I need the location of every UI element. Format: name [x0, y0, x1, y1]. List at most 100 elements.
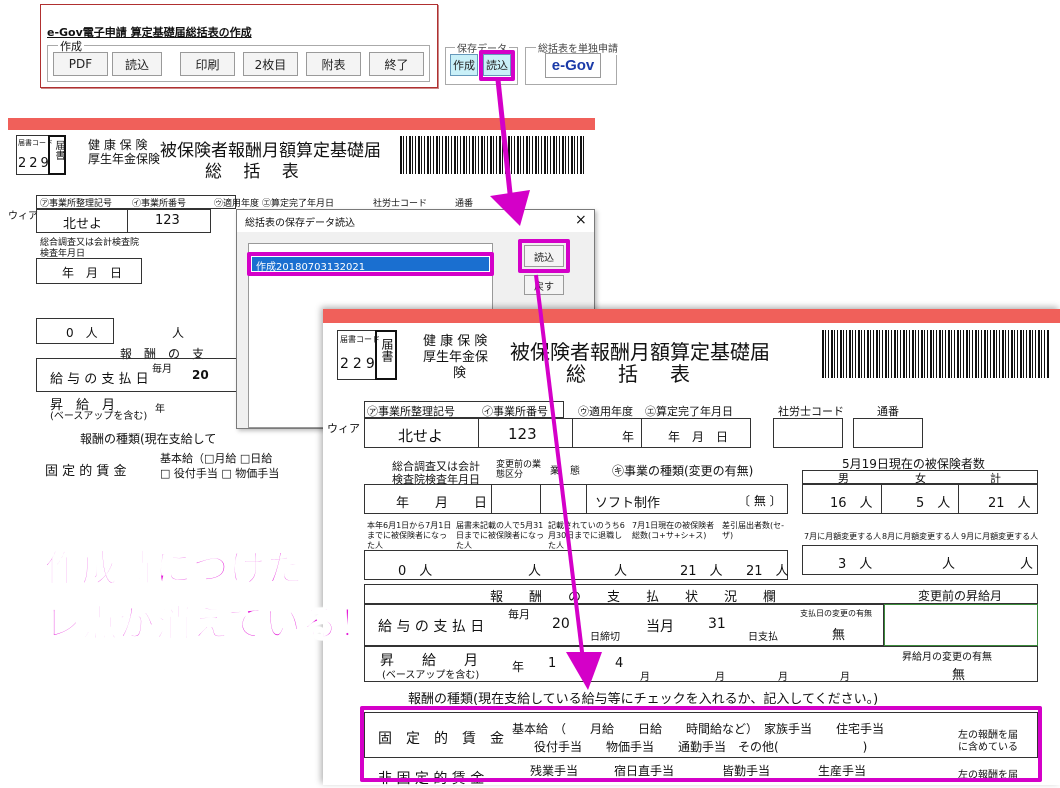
back-label-tsuban: 通番 [455, 199, 474, 209]
front-label-nendo: ㋒適用年度 [578, 405, 633, 418]
front-shokyu-m3: 月 [778, 672, 788, 683]
front-total-count: 21 人 [988, 496, 1031, 511]
front-label-kanryo: ㋓算定完了年月日 [645, 405, 733, 418]
back-kotei: 固 定 的 賃 金 [45, 464, 127, 479]
egov-logo: e-Gov [551, 57, 595, 74]
front-label-sharoshi: 社労士コード [778, 405, 844, 418]
front-person-2: 人 [614, 564, 628, 579]
load-button-top[interactable]: 読込 [112, 52, 162, 76]
back-label-kanryo: ㋓算定完了年月日 [262, 199, 335, 209]
front-shimekiri: 日締切 [590, 632, 620, 643]
front-shokyu-before: 変更前の昇給月 [918, 589, 1003, 603]
back-person: 人 [172, 326, 185, 340]
front-v21a: 21 人 [680, 564, 723, 579]
back-kihonkyu: 基本給（□月給 □日給 [160, 452, 273, 465]
front-shurui-value: ソフト制作 [595, 496, 661, 511]
front-tsuban-cell [853, 418, 923, 448]
back-form-redbar [8, 118, 595, 130]
back-form-title-2: 総 括 表 [205, 162, 307, 182]
annotation-line-2: レ点が消えている！ [43, 601, 376, 646]
front-zero: 0 人 [398, 564, 433, 579]
front-company: 北せよ [398, 427, 444, 445]
front-kanryo-ymd: 年 月 日 [668, 430, 729, 444]
front-shokyu-m4: 月 [840, 672, 850, 683]
front-maitsuki: 毎月 [508, 608, 530, 621]
back-side-label: ウィア [8, 211, 38, 222]
back-day20: 20 [192, 368, 209, 382]
front-shokyu-change-label: 昇給月の変更の有無 [902, 652, 992, 663]
egov-button[interactable]: e-Gov [545, 53, 601, 78]
front-col-30: 記載されていのうち6月30日までに退職した人 [548, 521, 625, 550]
back-label-nendo: ㋒適用年度 [214, 199, 260, 209]
front-shokyu-nen: 年 [512, 660, 525, 674]
check-area-highlight [360, 706, 1042, 782]
front-col-kashikyu: 本年6月1日から7月1日までに被保険者になった人 [367, 521, 452, 550]
print-button[interactable]: 印刷 [180, 52, 235, 76]
front-label-bango: ㋑事業所番号 [482, 405, 548, 418]
back-label-sharoshi: 社労士コード [373, 199, 428, 209]
pdf-button[interactable]: PDF [53, 52, 108, 76]
front-v21b: 21 人 [746, 564, 789, 579]
front-form-code: 229 [340, 356, 379, 372]
attachment-button[interactable]: 附表 [306, 52, 361, 76]
front-office-no: 123 [508, 425, 537, 443]
front-gyotai: 業 態 [550, 466, 580, 477]
front-female-count: 5 人 [916, 496, 951, 511]
front-shokyu-m1: 月 [640, 672, 650, 683]
front-form-redbar [323, 309, 1060, 323]
front-col-9kai: 9月に月額変更する人 [961, 532, 1039, 541]
front-form-type: 届書 [380, 338, 394, 362]
back-maitsuki: 毎月 [152, 364, 172, 375]
front-barcode [822, 330, 1050, 378]
front-henko-cell [491, 484, 541, 514]
exit-button[interactable]: 終了 [369, 52, 424, 76]
front-col-7kai: 7月に月額変更する人 [804, 532, 882, 541]
back-label-bango: ㋑事業所番号 [132, 199, 187, 209]
front-person-1: 人 [528, 564, 542, 579]
back-kyuyo: 給 与 の 支 払 日 [50, 372, 149, 387]
back-zero: 0 人 [66, 326, 98, 340]
front-survey-date: 年 月 日 [396, 496, 488, 511]
front-baseup: (ベースアップを含む) [382, 670, 480, 681]
front-shiharai: 日支払 [748, 632, 778, 643]
front-shurui-label: ㋖事業の種類(変更の有無) [612, 464, 754, 478]
back-form-type: 届書 [53, 140, 64, 160]
front-shime-day: 20 [552, 616, 570, 632]
front-insurance-3: 険 [453, 366, 467, 381]
front-col-7: 7月1日現在の被保険者総数(コ+サ+シ+ス) [632, 521, 715, 540]
front-henko-mae: 変更前の業態区分 [496, 460, 542, 480]
back-insurance-2: 厚生年金保険 [88, 152, 161, 166]
front-kyuyo-label: 給 与 の 支 払 日 [378, 619, 485, 635]
front-shiharai-change-label: 支払日の変更の有無 [800, 609, 872, 618]
front-side-label: ウィア [327, 422, 360, 435]
front-shurui-change: 〔 無 〕 [738, 494, 782, 508]
front-nashi2: 無 [952, 668, 966, 683]
dialog-back-button[interactable]: 戻す [524, 275, 564, 295]
back-survey-label: 総合調査又は会計検査院検査年月日 [40, 238, 140, 259]
front-col-8kai: 8月に月額変更する人 [882, 532, 960, 541]
second-page-button[interactable]: 2枚目 [243, 52, 298, 76]
front-shiharai-day: 31 [708, 616, 726, 632]
front-form-code-label: 届書コード [340, 335, 380, 344]
front-sharoshi-cell [773, 418, 843, 448]
front-form-title-2: 総 括 表 [566, 362, 696, 386]
dialog-close-icon[interactable]: × [575, 212, 587, 228]
save-create-button[interactable]: 作成 [450, 54, 478, 76]
front-person-4: 人 [1020, 557, 1034, 572]
front-label-seiri: ㋐事業所整理記号 [367, 405, 455, 418]
back-baseup: (ベースアップを含む) [50, 411, 148, 422]
save-load-highlight [479, 50, 515, 81]
dialog-list-highlight [247, 252, 494, 276]
front-male-count: 16 人 [830, 496, 873, 511]
back-nen: 年 [155, 404, 165, 415]
front-shokyu-1: 1 [548, 656, 557, 671]
front-shokyu-m2: 月 [715, 672, 725, 683]
back-office-no: 123 [155, 213, 180, 228]
back-label-seiri: ㋐事業所整理記号 [40, 199, 113, 209]
front-col-ikou: 届書未記載の人で5月31日までに被保険者になった人 [456, 521, 544, 550]
front-gyotai-cell [540, 484, 587, 514]
back-form-code: 229 [18, 156, 52, 171]
back-company: 北せよ [63, 217, 103, 232]
front-label-tsuban: 通番 [877, 405, 899, 418]
front-housyu-header: 報 酬 の 支 払 状 況 欄 [490, 590, 777, 605]
